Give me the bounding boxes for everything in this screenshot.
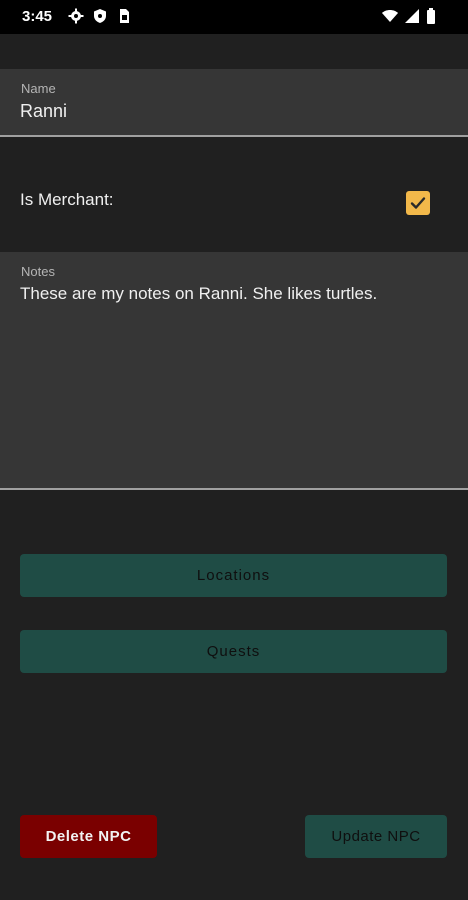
status-time: 3:45: [22, 8, 53, 25]
merchant-row: Is Merchant:: [0, 178, 468, 228]
battery-icon: [426, 8, 436, 24]
wifi-icon: [382, 8, 398, 24]
merchant-checkbox[interactable]: [406, 191, 430, 215]
name-field-label: Name: [21, 81, 56, 96]
status-icons-left: [68, 8, 132, 24]
notes-field-label: Notes: [21, 264, 55, 279]
locations-button[interactable]: Locations: [20, 554, 447, 597]
delete-npc-button[interactable]: Delete NPC: [20, 815, 157, 858]
merchant-label: Is Merchant:: [20, 190, 114, 209]
notes-field[interactable]: Notes These are my notes on Ranni. She l…: [0, 252, 468, 490]
name-field[interactable]: Name Ranni: [0, 69, 468, 137]
signal-icon: [404, 8, 420, 24]
status-bar: 3:45: [0, 0, 468, 34]
sim-card-icon: [116, 8, 132, 24]
quests-button[interactable]: Quests: [20, 630, 447, 673]
settings-icon: [68, 8, 84, 24]
name-field-value[interactable]: Ranni: [20, 101, 67, 122]
shield-icon: [92, 8, 108, 24]
status-icons-right: [382, 8, 436, 24]
notes-field-value[interactable]: These are my notes on Ranni. She likes t…: [20, 284, 377, 304]
checkmark-icon: [410, 197, 426, 209]
update-npc-button[interactable]: Update NPC: [305, 815, 447, 858]
